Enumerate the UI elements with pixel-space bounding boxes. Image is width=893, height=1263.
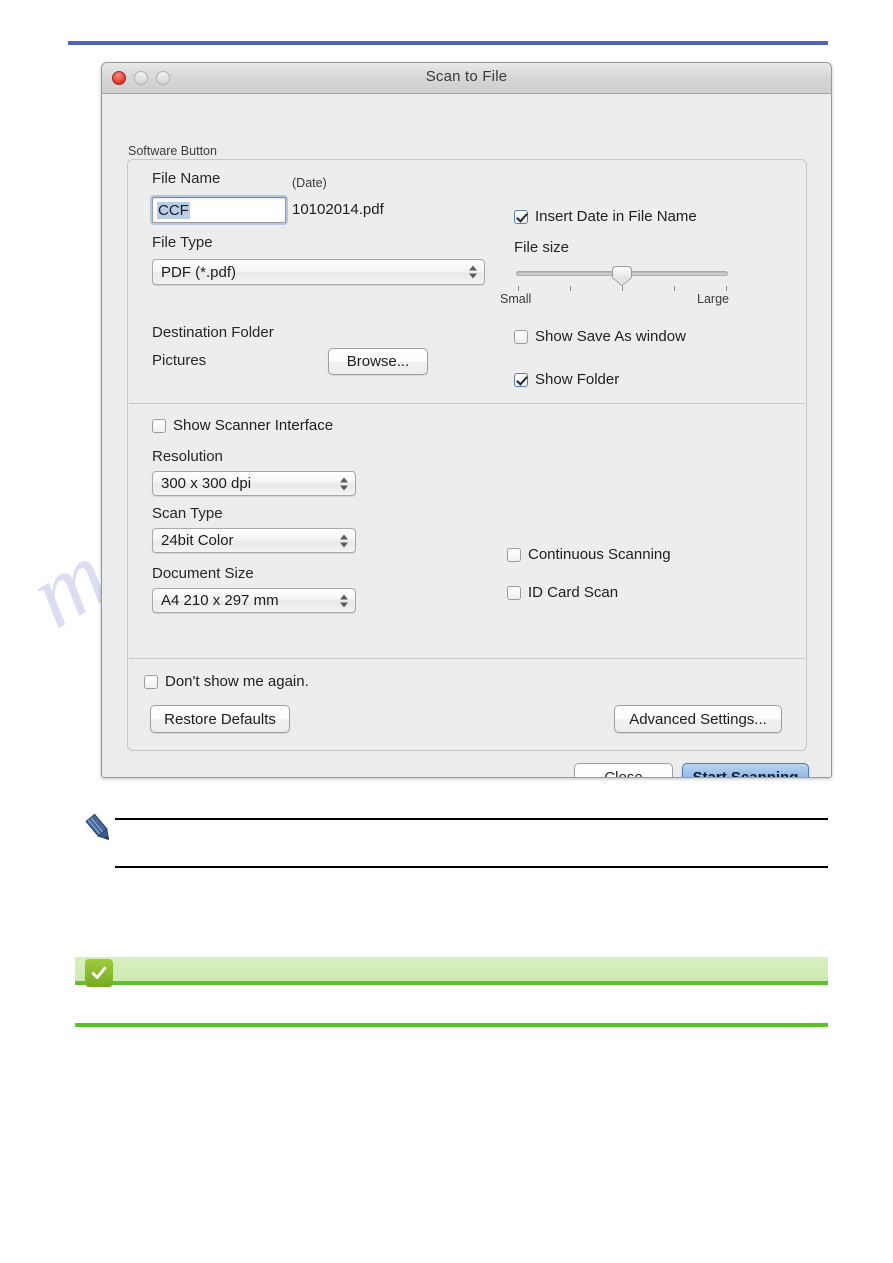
date-hint-label: (Date) [292,176,327,190]
resolution-value: 300 x 300 dpi [161,475,252,492]
show-scanner-interface-label: Show Scanner Interface [173,417,334,434]
dont-show-again-label: Don't show me again. [165,673,309,690]
destination-folder-value: Pictures [152,352,207,369]
dont-show-again-checkbox[interactable]: Don't show me again. [144,673,309,690]
chevron-updown-icon [340,594,348,607]
slider-tick [570,286,571,291]
checkbox-icon [514,372,528,387]
dialog-title: Scan to File [425,68,508,85]
scan-type-select[interactable]: 24bit Color [152,528,356,553]
tip-rule-bottom [75,1023,828,1027]
slider-max-label: Large [697,292,729,306]
checkbox-icon [507,547,521,562]
start-scanning-button[interactable]: Start Scanning [682,763,809,777]
slider-tick [674,286,675,291]
id-card-scan-checkbox[interactable]: ID Card Scan [507,584,618,601]
tip-bar [75,957,828,985]
slider-tick [518,286,519,291]
file-size-slider-thumb[interactable] [612,266,632,285]
file-name-suffix: 10102014.pdf [292,201,384,218]
resolution-label: Resolution [152,448,223,465]
show-save-as-checkbox[interactable]: Show Save As window [514,328,686,345]
scan-to-file-dialog: Scan to File Software Button File Name (… [101,62,832,778]
resolution-select[interactable]: 300 x 300 dpi [152,471,356,496]
file-name-label: File Name [152,170,221,187]
file-type-label: File Type [152,234,213,251]
id-card-scan-label: ID Card Scan [528,584,619,601]
show-save-as-label: Show Save As window [535,328,686,345]
destination-folder-label: Destination Folder [152,324,274,341]
document-size-label: Document Size [152,565,254,582]
show-scanner-interface-checkbox[interactable]: Show Scanner Interface [152,417,333,434]
file-type-select[interactable]: PDF (*.pdf) [152,259,485,285]
slider-tick [726,286,727,291]
note-rule-top [115,818,828,820]
chevron-updown-icon [340,534,348,547]
close-dialog-button[interactable]: Close [574,763,673,777]
continuous-scanning-checkbox[interactable]: Continuous Scanning [507,546,671,563]
advanced-settings-button[interactable]: Advanced Settings... [614,705,782,733]
show-folder-label: Show Folder [535,371,620,388]
insert-date-label: Insert Date in File Name [535,208,697,225]
chevron-updown-icon [469,265,477,279]
checkbox-icon [152,418,166,433]
checkbox-icon [507,585,521,600]
show-folder-checkbox[interactable]: Show Folder [514,371,619,388]
pencil-icon [82,812,116,846]
slider-tick [622,286,623,291]
note-rule-bottom [115,866,828,868]
dialog-body: Software Button File Name (Date) CCF 101… [102,94,831,777]
insert-date-checkbox[interactable]: Insert Date in File Name [514,208,697,225]
dialog-titlebar[interactable]: Scan to File [102,63,831,94]
section-divider-1 [129,403,805,404]
checkbox-icon [514,329,528,344]
scan-type-label: Scan Type [152,505,223,522]
continuous-scanning-label: Continuous Scanning [528,546,671,563]
green-check-badge-icon [85,959,113,987]
group-label-software-button: Software Button [128,144,217,158]
page-top-rule [68,41,828,45]
file-type-value: PDF (*.pdf) [161,263,237,281]
file-name-input-value: CCF [157,201,190,219]
document-size-value: A4 210 x 297 mm [161,592,279,609]
file-name-input[interactable]: CCF [152,197,286,223]
scan-type-value: 24bit Color [161,532,234,549]
file-size-label: File size [514,239,570,256]
settings-groupbox [127,159,807,751]
checkbox-icon [514,209,528,224]
chevron-updown-icon [340,477,348,490]
section-divider-2 [129,658,805,659]
restore-defaults-button[interactable]: Restore Defaults [150,705,290,733]
checkbox-icon [144,674,158,689]
slider-min-label: Small [500,292,532,306]
browse-button[interactable]: Browse... [328,348,428,375]
document-size-select[interactable]: A4 210 x 297 mm [152,588,356,613]
